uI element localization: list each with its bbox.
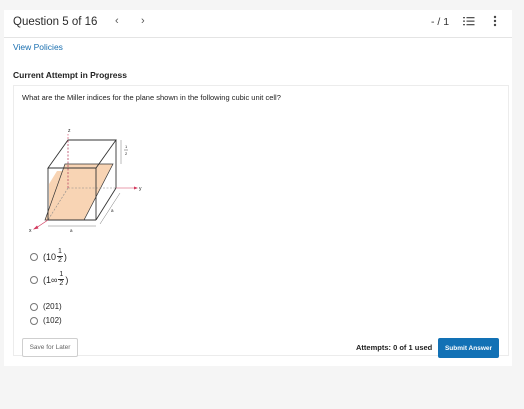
attempts-counter: Attempts: 0 of 1 used bbox=[356, 343, 433, 352]
option-1-radio[interactable] bbox=[30, 252, 38, 261]
option-2-radio[interactable] bbox=[30, 275, 38, 284]
question-header: Question 5 of 16 ‹ › - / 1 bbox=[4, 10, 512, 38]
unit-cell-figure: z y x a a 1 2 bbox=[26, 126, 156, 236]
y-axis-label: y bbox=[139, 186, 142, 192]
option-3-radio[interactable] bbox=[30, 302, 38, 311]
list-icon[interactable] bbox=[462, 14, 476, 28]
question-card: Question 5 of 16 ‹ › - / 1 View Policies… bbox=[4, 10, 512, 366]
view-policies-link[interactable]: View Policies bbox=[13, 42, 63, 52]
option-4[interactable]: (102) bbox=[30, 316, 62, 325]
half-label-num: 1 bbox=[125, 144, 128, 149]
option-4-radio[interactable] bbox=[30, 316, 38, 325]
score-display: - / 1 bbox=[431, 16, 450, 28]
option-2-fraction: 1 2 bbox=[58, 271, 65, 287]
chevron-left-icon[interactable]: ‹ bbox=[115, 15, 119, 27]
a-label-bottom: a bbox=[70, 228, 73, 233]
question-text: What are the Miller indices for the plan… bbox=[22, 93, 281, 102]
option-3[interactable]: (201) bbox=[30, 302, 62, 311]
x-axis-label: x bbox=[29, 228, 32, 234]
z-axis-label: z bbox=[68, 128, 71, 134]
option-2[interactable]: (1∞ 1 2 ) bbox=[30, 271, 68, 288]
option-1[interactable]: (10 1 2 ) bbox=[30, 248, 67, 265]
more-vertical-icon[interactable] bbox=[488, 14, 502, 28]
a-label-side: a bbox=[111, 208, 114, 213]
save-for-later-button[interactable]: Save for Later bbox=[22, 338, 78, 357]
submit-answer-button[interactable]: Submit Answer bbox=[438, 338, 499, 358]
chevron-right-icon[interactable]: › bbox=[141, 15, 145, 27]
question-title: Question 5 of 16 bbox=[13, 16, 98, 28]
miller-plane bbox=[44, 163, 114, 221]
option-1-fraction: 1 2 bbox=[57, 248, 63, 264]
half-label-den: 2 bbox=[125, 151, 128, 156]
attempt-status-label: Current Attempt in Progress bbox=[13, 70, 127, 80]
question-box: What are the Miller indices for the plan… bbox=[13, 85, 509, 358]
